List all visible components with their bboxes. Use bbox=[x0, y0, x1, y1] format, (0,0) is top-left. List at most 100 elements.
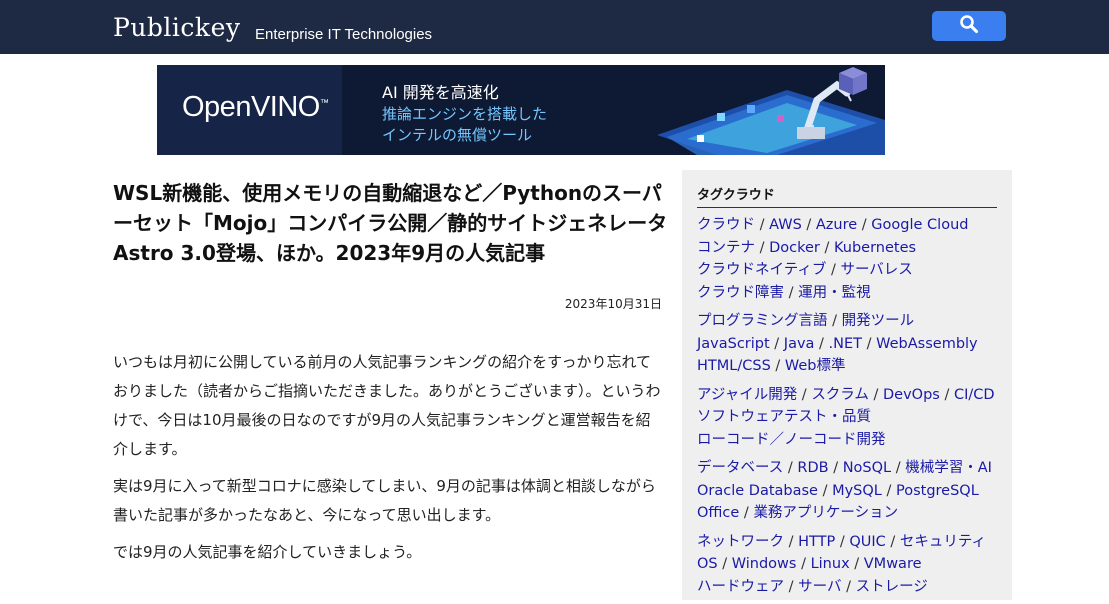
tag-link[interactable]: ローコード／ノーコード開発 bbox=[697, 432, 886, 448]
search-button[interactable] bbox=[932, 11, 1006, 41]
tag-line: ハードウェア / サーバ / ストレージ bbox=[697, 576, 1002, 599]
tag-separator: / bbox=[814, 335, 829, 352]
tag-separator: / bbox=[939, 386, 954, 403]
tag-line: ソフトウェアテスト・品質 bbox=[697, 406, 1002, 429]
tag-separator: / bbox=[784, 284, 799, 301]
tag-separator: / bbox=[817, 482, 833, 499]
tag-link[interactable]: MySQL bbox=[832, 483, 882, 499]
tag-link[interactable]: 運用・監視 bbox=[798, 285, 871, 301]
tag-link[interactable]: Windows bbox=[732, 556, 797, 572]
tag-link[interactable]: JavaScript bbox=[697, 336, 770, 352]
tag-separator: / bbox=[849, 556, 864, 572]
tag-separator: / bbox=[755, 217, 770, 233]
tag-group: アジャイル開発 / スクラム / DevOps / CI/CD ソフトウェアテスト… bbox=[697, 384, 1002, 452]
tag-link[interactable]: 業務アプリケーション bbox=[753, 505, 898, 521]
tag-link[interactable]: NoSQL bbox=[843, 460, 891, 476]
tag-link[interactable]: サーバ bbox=[798, 579, 841, 595]
tag-link[interactable]: クラウド障害 bbox=[697, 285, 784, 301]
search-icon bbox=[959, 14, 979, 38]
tag-link[interactable]: 開発ツール bbox=[842, 313, 915, 329]
tag-link[interactable]: データベース bbox=[697, 460, 783, 476]
tag-link[interactable]: QUIC bbox=[849, 534, 885, 550]
tag-separator: / bbox=[857, 217, 872, 233]
tag-separator: / bbox=[881, 482, 896, 499]
tag-link[interactable]: HTTP bbox=[798, 534, 835, 550]
tag-separator: / bbox=[769, 335, 784, 352]
site-tagline: Enterprise IT Technologies bbox=[255, 26, 433, 43]
article-date: 2023年10月31日 bbox=[564, 297, 662, 311]
article-body: いつもは月初に公開している前月の人気記事ランキングの紹介をすっかり忘れておりまし… bbox=[113, 348, 665, 575]
site-logo[interactable]: Publickey bbox=[113, 13, 241, 42]
tag-link[interactable]: プログラミング言語 bbox=[697, 313, 828, 329]
tag-separator: / bbox=[717, 556, 732, 572]
tag-line: Office / 業務アプリケーション bbox=[697, 502, 1002, 525]
tag-link[interactable]: ネットワーク bbox=[697, 534, 784, 550]
tag-separator: / bbox=[826, 262, 841, 278]
tag-separator: / bbox=[827, 313, 842, 329]
tag-link[interactable]: ソフトウェアテスト・品質 bbox=[697, 409, 871, 425]
tag-link[interactable]: Azure bbox=[816, 217, 857, 233]
tag-link[interactable]: HTML/CSS bbox=[697, 358, 771, 374]
tag-separator: / bbox=[784, 578, 799, 595]
tag-link[interactable]: VMware bbox=[864, 556, 922, 572]
robot-arm-illustration bbox=[657, 67, 885, 155]
tag-group: プログラミング言語 / 開発ツール JavaScript / Java / .NE… bbox=[697, 310, 1002, 378]
tag-link[interactable]: OS bbox=[697, 556, 718, 572]
tag-line: ローコード／ノーコード開発 bbox=[697, 429, 1002, 452]
article-paragraph: では9月の人気記事を紹介していきましょう。 bbox=[113, 543, 422, 561]
tag-separator: / bbox=[770, 358, 785, 374]
tag-separator: / bbox=[835, 533, 850, 550]
tag-group: クラウド / AWS / Azure / Google Cloud コンテナ / … bbox=[697, 214, 1002, 304]
ad-banner[interactable]: OpenVINO™ AI 開発を高速化 推論エンジンを搭載した インテルの無償ツ… bbox=[157, 65, 885, 155]
article-title[interactable]: WSL新機能、使用メモリの自動縮退など／Pythonのスーパーセット「Mojo」… bbox=[113, 178, 673, 268]
tag-separator: / bbox=[868, 386, 883, 403]
tag-line: HTML/CSS / Web標準 bbox=[697, 355, 1002, 378]
tag-link[interactable]: Web標準 bbox=[785, 358, 846, 374]
tag-separator: / bbox=[796, 556, 811, 572]
tag-link[interactable]: サーバレス bbox=[840, 262, 912, 278]
tag-link[interactable]: ハードウェア bbox=[697, 579, 784, 595]
tag-link[interactable]: PostgreSQL bbox=[896, 483, 979, 499]
tag-link[interactable]: Google Cloud bbox=[871, 217, 968, 233]
tag-link[interactable]: WebAssembly bbox=[876, 336, 978, 352]
tag-line: OS / Windows / Linux / VMware bbox=[697, 553, 1002, 576]
tag-line: Oracle Database / MySQL / PostgreSQL bbox=[697, 480, 1002, 503]
tag-link[interactable]: 機械学習・AI bbox=[905, 460, 992, 476]
tag-link[interactable]: RDB bbox=[797, 460, 828, 476]
tag-link[interactable]: .NET bbox=[829, 336, 862, 352]
tag-separator: / bbox=[801, 217, 816, 233]
tag-link[interactable]: Oracle Database bbox=[697, 483, 818, 499]
tag-link[interactable]: コンテナ bbox=[697, 240, 755, 256]
tag-separator: / bbox=[891, 460, 906, 476]
tag-cloud-list: クラウド / AWS / Azure / Google Cloud コンテナ / … bbox=[697, 214, 1002, 604]
tag-link[interactable]: クラウドネイティブ bbox=[697, 262, 826, 278]
tag-cloud-sidebar: タグクラウド クラウド / AWS / Azure / Google Cloud… bbox=[682, 170, 1012, 600]
tag-link[interactable]: DevOps bbox=[883, 387, 940, 403]
banner-headline: AI 開発を高速化 bbox=[382, 83, 499, 102]
tag-separator: / bbox=[755, 239, 770, 256]
tag-group: データベース / RDB / NoSQL / 機械学習・AI Oracle Dat… bbox=[697, 457, 1002, 525]
tag-link[interactable]: クラウド bbox=[697, 217, 755, 233]
tag-link[interactable]: スクラム bbox=[811, 387, 869, 403]
banner-brand-logo: OpenVINO™ bbox=[182, 91, 329, 123]
tag-link[interactable]: Linux bbox=[811, 556, 850, 572]
tag-link[interactable]: ストレージ bbox=[856, 579, 928, 595]
tag-link[interactable]: AWS bbox=[769, 217, 802, 233]
tag-line: クラウド / AWS / Azure / Google Cloud bbox=[697, 214, 1002, 237]
tag-separator: / bbox=[828, 460, 843, 476]
tag-link[interactable]: セキュリティ bbox=[900, 534, 986, 550]
tag-cloud-heading: タグクラウド bbox=[697, 184, 997, 208]
tag-line: コンテナ / Docker / Kubernetes bbox=[697, 237, 1002, 260]
tag-separator: / bbox=[739, 505, 754, 521]
tag-link[interactable]: CI/CD bbox=[954, 387, 995, 403]
article-paragraph: いつもは月初に公開している前月の人気記事ランキングの紹介をすっかり忘れておりまし… bbox=[113, 353, 661, 458]
tag-link[interactable]: Kubernetes bbox=[834, 240, 916, 256]
tag-separator: / bbox=[819, 239, 834, 256]
tag-link[interactable]: Java bbox=[784, 336, 815, 352]
tag-link[interactable]: Docker bbox=[769, 240, 820, 256]
banner-subline: 推論エンジンを搭載した bbox=[382, 105, 548, 123]
tag-link[interactable]: Office bbox=[697, 505, 739, 521]
site-header: Publickey Enterprise IT Technologies bbox=[0, 0, 1109, 54]
tag-separator: / bbox=[862, 335, 877, 352]
tag-link[interactable]: アジャイル開発 bbox=[697, 387, 797, 403]
